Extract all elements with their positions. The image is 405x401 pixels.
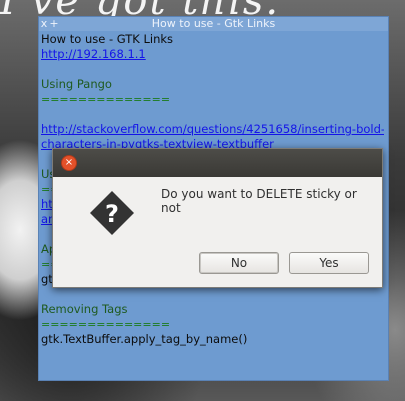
sticky-line-section: Removing Tags [41,302,384,317]
sticky-line-sep: ============== [41,317,384,332]
sticky-line-blank [41,107,384,122]
yes-button[interactable]: Yes [289,252,369,274]
sticky-line-blank [41,62,384,77]
sticky-line-section: Using Pango [41,77,384,92]
dialog-message: Do you want to DELETE sticky or not [161,187,357,215]
sticky-title: How to use - Gtk Links [151,17,276,30]
sticky-text: ============== [41,93,171,106]
question-icon: ? [90,191,134,235]
sticky-text: gtk.TextBuffer.apply_tag_by_name() [41,332,248,346]
dialog-titlebar[interactable]: × [53,149,382,177]
sticky-line-text: How to use - GTK Links [41,32,384,47]
sticky-link[interactable]: http://192.168.1.1 [41,47,146,61]
sticky-line-link[interactable]: http://stackoverflow.com/questions/42516… [41,122,384,137]
sticky-line-link[interactable]: http://192.168.1.1 [41,47,384,62]
sticky-text: Using Pango [41,77,112,91]
sticky-titlebar[interactable]: x + How to use - Gtk Links [39,17,388,31]
dialog-close-icon[interactable]: × [61,155,77,171]
sticky-line-blank [41,287,384,302]
sticky-line-text: gtk.TextBuffer.apply_tag_by_name() [41,332,384,347]
sticky-text: ============== [41,318,171,331]
svg-text:?: ? [105,200,119,228]
sticky-link[interactable]: http://stackoverflow.com/questions/42516… [41,122,384,136]
sticky-text: Removing Tags [41,302,128,316]
sticky-text: How to use - GTK Links [41,32,174,46]
sticky-line-sep: ============== [41,92,384,107]
delete-confirm-dialog: × ? Do you want to DELETE sticky or not … [52,148,383,288]
no-button[interactable]: No [199,252,279,274]
